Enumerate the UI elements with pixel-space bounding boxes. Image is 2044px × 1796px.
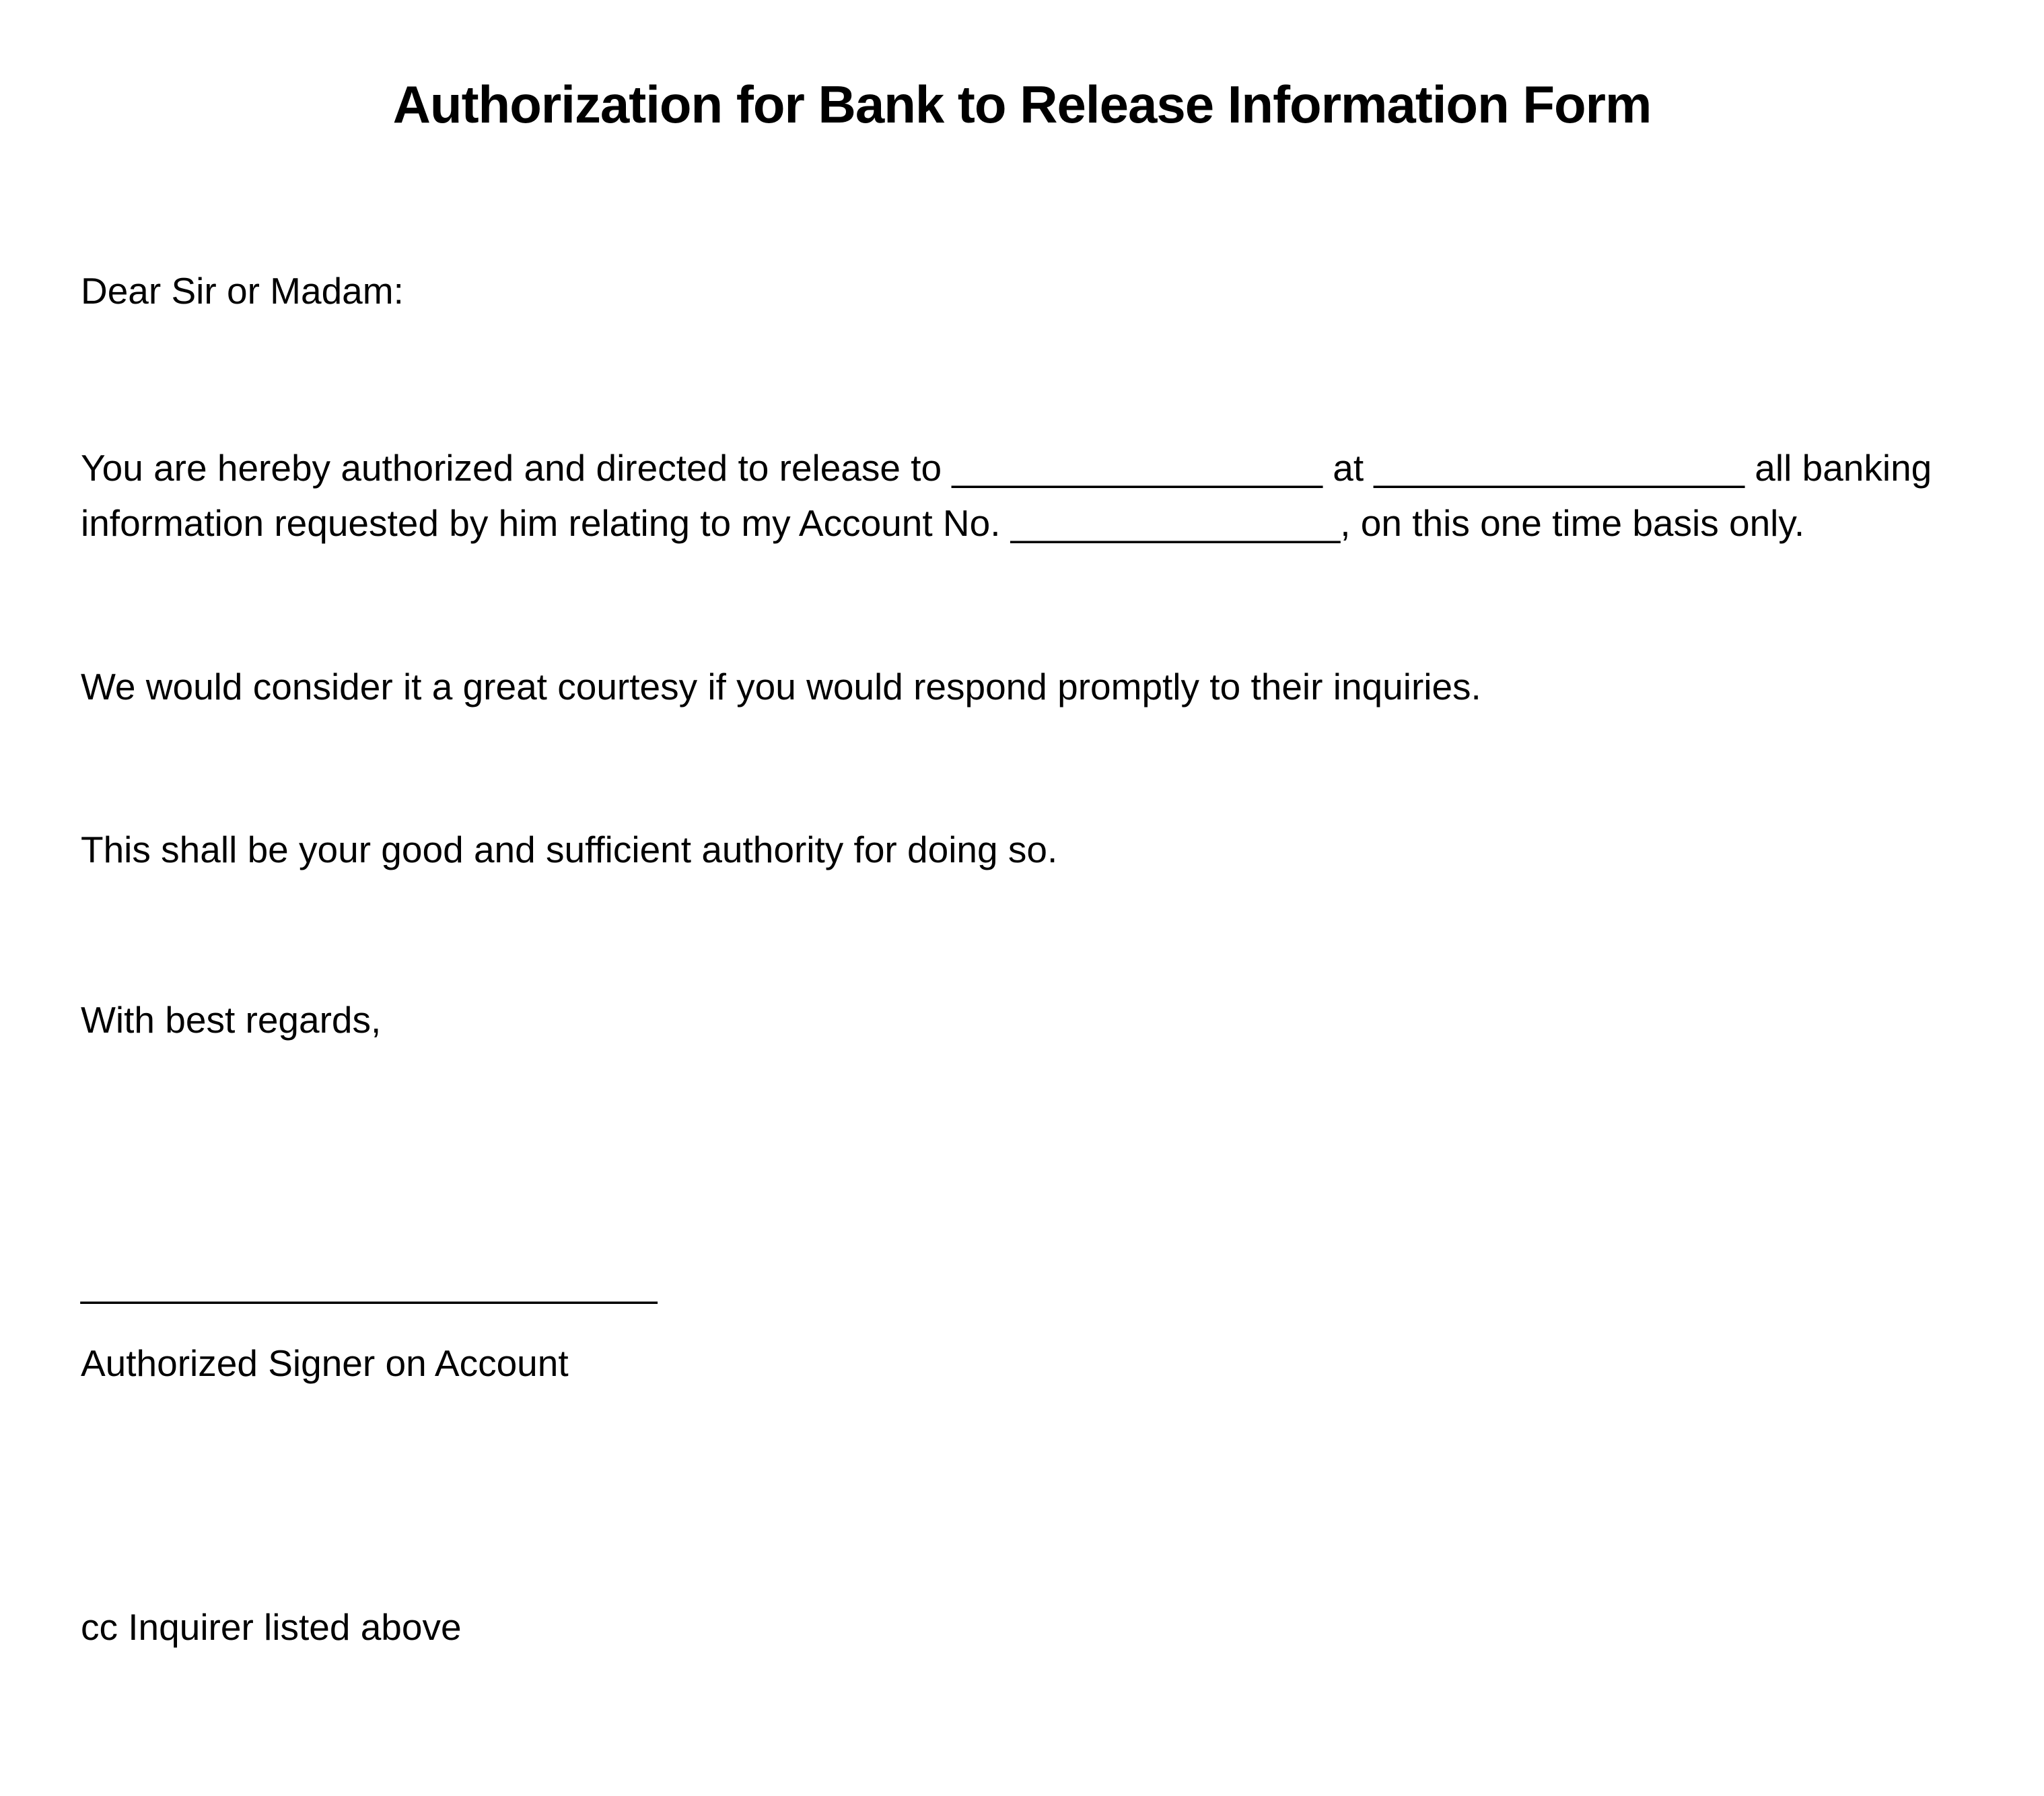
cc-line: cc Inquirer listed above — [81, 1599, 1963, 1655]
paragraph-authority: This shall be your good and sufficient a… — [81, 822, 1963, 878]
document-title: Authorization for Bank to Release Inform… — [81, 74, 1963, 135]
paragraph-authorization: You are hereby authorized and directed t… — [81, 440, 1963, 551]
signer-label: Authorized Signer on Account — [81, 1336, 1963, 1391]
paragraph-courtesy: We would consider it a great courtesy if… — [81, 659, 1963, 715]
salutation: Dear Sir or Madam: — [81, 263, 1963, 319]
signature-line: ____________________________ — [81, 1256, 1963, 1312]
closing-regards: With best regards, — [81, 992, 1963, 1048]
